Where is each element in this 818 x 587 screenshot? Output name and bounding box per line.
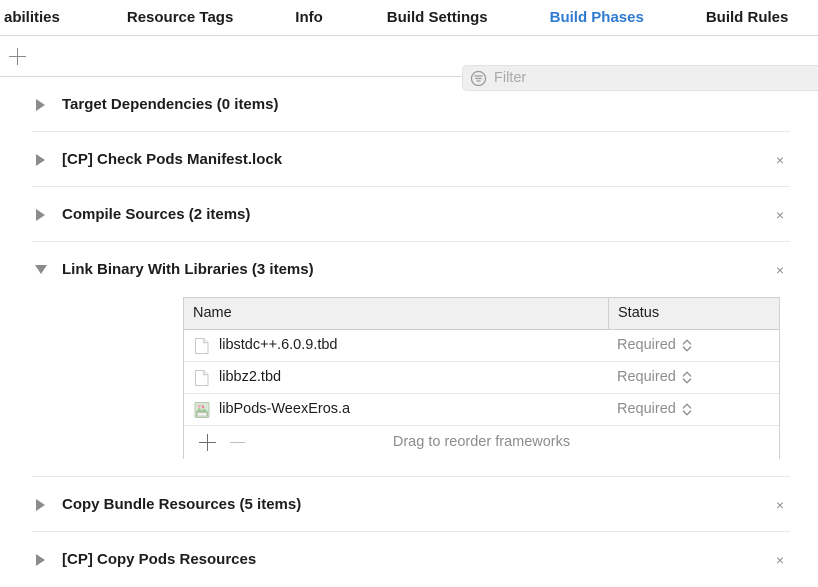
phase-row-link-binary-with-libraries[interactable]: Link Binary With Libraries (3 items) × (0, 242, 818, 297)
phase-title: Copy Bundle Resources (5 items) (62, 497, 301, 512)
column-header-status-cell[interactable]: Status (608, 298, 779, 329)
link-binary-table-footer: Drag to reorder frameworks (184, 426, 779, 459)
link-binary-table: Name Status libstdc++.6.0.9.tbd R (183, 297, 780, 459)
disclosure-triangle-link-binary[interactable] (36, 265, 62, 274)
static-library-icon (193, 401, 211, 419)
remove-phase-button[interactable]: × (772, 207, 788, 223)
phase-title: [CP] Check Pods Manifest.lock (62, 152, 282, 167)
drag-to-reorder-hint: Drag to reorder frameworks (184, 435, 779, 450)
document-icon (193, 369, 211, 387)
disclosure-triangle-compile-sources[interactable] (36, 209, 62, 221)
table-row[interactable]: libbz2.tbd Required (184, 362, 779, 394)
editor-tab-bar: abilities Resource Tags Info Build Setti… (0, 0, 818, 35)
column-header-status: Status (618, 306, 659, 321)
phase-title: [CP] Copy Pods Resources (62, 552, 256, 567)
library-name: libbz2.tbd (219, 370, 281, 385)
library-name: libstdc++.6.0.9.tbd (219, 338, 338, 353)
library-status: Required (617, 338, 676, 353)
disclosure-triangle-copy-pods-resources[interactable] (36, 554, 62, 566)
remove-phase-button[interactable]: × (772, 497, 788, 513)
phase-row-compile-sources[interactable]: Compile Sources (2 items) × (0, 187, 818, 242)
remove-phase-button[interactable]: × (772, 262, 788, 278)
minus-icon (230, 442, 245, 443)
triangle-right-icon (36, 554, 45, 566)
library-status-cell[interactable]: Required (608, 362, 779, 393)
build-phase-list: Target Dependencies (0 items) [CP] Check… (0, 77, 818, 587)
tab-build-phases[interactable]: Build Phases (550, 10, 644, 25)
library-status: Required (617, 402, 676, 417)
library-status: Required (617, 370, 676, 385)
plus-icon (199, 434, 216, 451)
tab-resource-tags[interactable]: Resource Tags (127, 10, 233, 25)
phase-row-target-dependencies[interactable]: Target Dependencies (0 items) (0, 77, 818, 132)
library-name: libPods-WeexEros.a (219, 402, 350, 417)
phase-row-check-pods-manifest[interactable]: [CP] Check Pods Manifest.lock × (0, 132, 818, 187)
disclosure-triangle-copy-bundle-resources[interactable] (36, 499, 62, 511)
remove-library-button[interactable] (222, 442, 252, 443)
library-status-cell[interactable]: Required (608, 330, 779, 361)
build-phases-toolbar: Filter (0, 35, 818, 77)
column-header-name-cell[interactable]: Name (184, 298, 608, 329)
link-binary-table-section: Name Status libstdc++.6.0.9.tbd R (0, 297, 818, 477)
phase-row-copy-pods-resources[interactable]: [CP] Copy Pods Resources × (0, 532, 818, 587)
triangle-right-icon (36, 499, 45, 511)
triangle-down-icon (35, 265, 47, 274)
remove-phase-button[interactable]: × (772, 552, 788, 568)
disclosure-triangle-target-dependencies[interactable] (36, 99, 62, 111)
triangle-right-icon (36, 99, 45, 111)
table-header-row: Name Status (184, 298, 779, 330)
tab-info[interactable]: Info (295, 10, 323, 25)
triangle-right-icon (36, 154, 45, 166)
disclosure-triangle-check-pods-manifest[interactable] (36, 154, 62, 166)
library-name-cell: libbz2.tbd (184, 362, 608, 393)
add-build-phase-button[interactable] (0, 48, 34, 65)
library-name-cell: libstdc++.6.0.9.tbd (184, 330, 608, 361)
triangle-right-icon (36, 209, 45, 221)
tab-capabilities[interactable]: abilities (4, 10, 60, 25)
table-row[interactable]: libPods-WeexEros.a Required (184, 394, 779, 426)
stepper-chevrons-icon[interactable] (682, 402, 692, 417)
table-row[interactable]: libstdc++.6.0.9.tbd Required (184, 330, 779, 362)
tab-build-rules[interactable]: Build Rules (706, 10, 789, 25)
phase-title: Compile Sources (2 items) (62, 207, 250, 222)
add-library-button[interactable] (192, 434, 222, 451)
library-name-cell: libPods-WeexEros.a (184, 394, 608, 425)
tab-build-settings[interactable]: Build Settings (387, 10, 488, 25)
phase-title: Link Binary With Libraries (3 items) (62, 262, 314, 277)
column-header-name: Name (193, 306, 232, 321)
document-icon (193, 337, 211, 355)
plus-icon (9, 48, 26, 65)
stepper-chevrons-icon[interactable] (682, 338, 692, 353)
library-status-cell[interactable]: Required (608, 394, 779, 425)
phase-row-copy-bundle-resources[interactable]: Copy Bundle Resources (5 items) × (0, 477, 818, 532)
remove-phase-button[interactable]: × (772, 152, 788, 168)
stepper-chevrons-icon[interactable] (682, 370, 692, 385)
phase-title: Target Dependencies (0 items) (62, 97, 278, 112)
